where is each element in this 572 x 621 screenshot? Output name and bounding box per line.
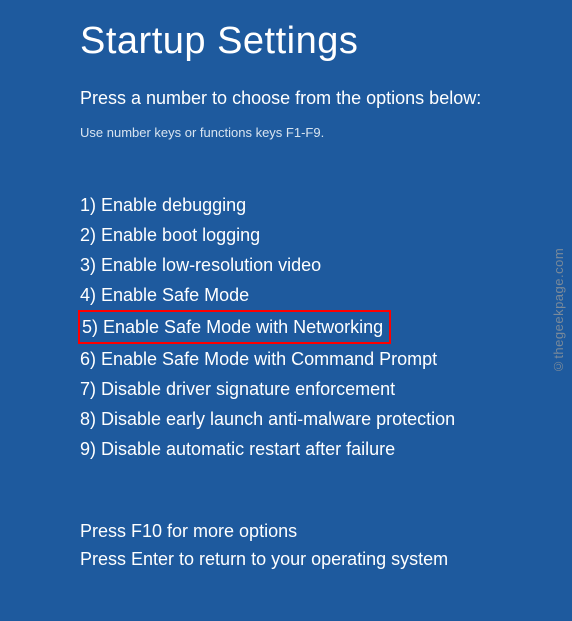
option-8[interactable]: 8) Disable early launch anti-malware pro… bbox=[80, 404, 572, 434]
options-list: 1) Enable debugging 2) Enable boot loggin… bbox=[80, 190, 572, 464]
key-hint: Use number keys or functions keys F1-F9. bbox=[80, 125, 572, 140]
option-1[interactable]: 1) Enable debugging bbox=[80, 190, 572, 220]
option-label: 4) Enable Safe Mode bbox=[80, 285, 249, 305]
option-label: 9) Disable automatic restart after failu… bbox=[80, 439, 395, 459]
option-5[interactable]: 5) Enable Safe Mode with Networking bbox=[78, 310, 391, 344]
watermark: ©thegeekpage.com bbox=[551, 247, 566, 373]
option-label: 6) Enable Safe Mode with Command Prompt bbox=[80, 349, 437, 369]
instruction-text: Press a number to choose from the option… bbox=[80, 88, 572, 109]
option-2[interactable]: 2) Enable boot logging bbox=[80, 220, 572, 250]
option-7[interactable]: 7) Disable driver signature enforcement bbox=[80, 374, 572, 404]
option-9[interactable]: 9) Disable automatic restart after failu… bbox=[80, 434, 572, 464]
option-label: 5) Enable Safe Mode with Networking bbox=[80, 317, 383, 337]
footer: Press F10 for more options Press Enter t… bbox=[80, 517, 448, 573]
option-label: 2) Enable boot logging bbox=[80, 225, 260, 245]
option-label: 1) Enable debugging bbox=[80, 195, 246, 215]
footer-more-options: Press F10 for more options bbox=[80, 517, 448, 545]
option-6[interactable]: 6) Enable Safe Mode with Command Prompt bbox=[80, 344, 572, 374]
page-title: Startup Settings bbox=[80, 20, 572, 63]
option-4[interactable]: 4) Enable Safe Mode bbox=[80, 280, 572, 310]
option-label: 3) Enable low-resolution video bbox=[80, 255, 321, 275]
option-3[interactable]: 3) Enable low-resolution video bbox=[80, 250, 572, 280]
startup-settings-screen: Startup Settings Press a number to choos… bbox=[0, 0, 572, 464]
option-label: 7) Disable driver signature enforcement bbox=[80, 379, 395, 399]
option-label: 8) Disable early launch anti-malware pro… bbox=[80, 409, 455, 429]
footer-return: Press Enter to return to your operating … bbox=[80, 545, 448, 573]
